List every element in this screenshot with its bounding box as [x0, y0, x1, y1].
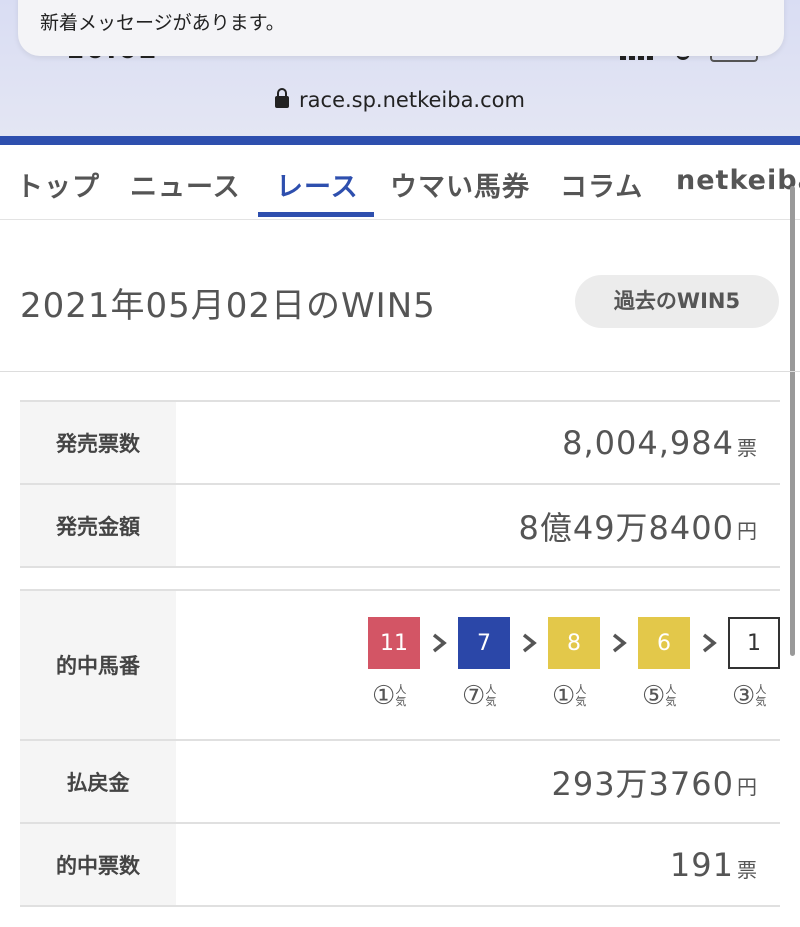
- chevron-right-icon: [610, 631, 628, 655]
- row-value: 191 票: [670, 824, 758, 905]
- tab-netkeiba[interactable]: netkeiba: [676, 165, 800, 196]
- nav-tabs: トップ ニュース レース ウマい馬券 コラム netkeiba: [0, 145, 800, 220]
- winning-numbers: 11 7 8 6 1 ①人気 ⑦人気 ①人気 ⑤人気 ③人気: [368, 617, 780, 711]
- unit: 票: [737, 436, 758, 460]
- chevron-right-icon: [520, 631, 538, 655]
- unit: 票: [737, 858, 758, 882]
- unit: 円: [737, 775, 758, 799]
- row-label: 発売票数: [20, 402, 176, 483]
- popularity-suffix: 人気: [755, 683, 767, 708]
- popularity-rank: ①人気: [372, 681, 434, 711]
- row-label: 的中票数: [20, 824, 176, 905]
- popularity-suffix: 人気: [485, 683, 497, 708]
- address-bar[interactable]: race.sp.netkeiba.com: [0, 88, 800, 112]
- page-title: 2021年05月02日のWIN5: [20, 286, 436, 326]
- table-row: 的中馬番 11 7 8 6 1 ①人気 ⑦人気 ①人気 ⑤人気 ③人気: [20, 591, 780, 741]
- horse-number-box: 7: [458, 617, 510, 669]
- notification-text: 新着メッセージがあります。: [40, 12, 285, 34]
- popularity-value: ①: [552, 681, 576, 711]
- past-win5-button[interactable]: 過去のWIN5: [575, 275, 779, 328]
- table-row: 払戻金 293万3760 円: [20, 741, 780, 824]
- scrollbar[interactable]: [790, 186, 795, 656]
- sales-amount-value: 8億49万8400: [518, 508, 734, 547]
- tab-top[interactable]: トップ: [16, 165, 100, 204]
- chevron-right-icon: [700, 631, 718, 655]
- brand-bar: [0, 136, 800, 145]
- table-row: 発売金額 8億49万8400 円: [20, 485, 780, 568]
- horse-number-box: 8: [548, 617, 600, 669]
- winning-tickets-value: 191: [669, 845, 734, 884]
- tab-race[interactable]: レース: [276, 165, 359, 204]
- active-tab-indicator: [258, 212, 374, 217]
- payout-value: 293万3760: [551, 764, 734, 803]
- popularity-suffix: 人気: [395, 683, 407, 708]
- table-row: 発売票数 8,004,984 票: [20, 402, 780, 485]
- row-value: 8,004,984 票: [562, 402, 758, 483]
- sales-table: 発売票数 8,004,984 票 発売金額 8億49万8400 円: [20, 400, 780, 568]
- tab-column[interactable]: コラム: [560, 165, 643, 204]
- popularity-rank: ⑤人気: [642, 681, 704, 711]
- chevron-right-icon: [430, 631, 448, 655]
- divider: [0, 371, 800, 372]
- sales-count-value: 8,004,984: [562, 423, 734, 462]
- row-value: 293万3760 円: [551, 741, 758, 822]
- row-label: 的中馬番: [20, 591, 176, 739]
- tab-umai-baken[interactable]: ウマい馬券: [390, 165, 530, 204]
- table-row: 的中票数 191 票: [20, 824, 780, 907]
- popularity-value: ③: [732, 681, 756, 711]
- popularity-suffix: 人気: [665, 683, 677, 708]
- popularity-value: ①: [372, 681, 396, 711]
- popularity-value: ⑦: [462, 681, 486, 711]
- popularity-rank: ⑦人気: [462, 681, 524, 711]
- popularity-value: ⑤: [642, 681, 666, 711]
- horse-number-box: 6: [638, 617, 690, 669]
- row-value: 8億49万8400 円: [518, 485, 758, 566]
- notification-banner[interactable]: 新着メッセージがあります。: [18, 0, 784, 56]
- horse-number-box: 11: [368, 617, 420, 669]
- horse-number-box: 1: [728, 617, 780, 669]
- popularity-rank: ①人気: [552, 681, 614, 711]
- tab-news[interactable]: ニュース: [130, 165, 241, 204]
- url-text: race.sp.netkeiba.com: [299, 88, 525, 112]
- unit: 円: [737, 519, 758, 543]
- row-label: 払戻金: [20, 741, 176, 822]
- popularity-suffix: 人気: [575, 683, 587, 708]
- row-label: 発売金額: [20, 485, 176, 566]
- results-table: 的中馬番 11 7 8 6 1 ①人気 ⑦人気 ①人気 ⑤人気 ③人気 払戻金 …: [20, 589, 780, 907]
- lock-icon: [275, 88, 290, 108]
- popularity-rank: ③人気: [732, 681, 794, 711]
